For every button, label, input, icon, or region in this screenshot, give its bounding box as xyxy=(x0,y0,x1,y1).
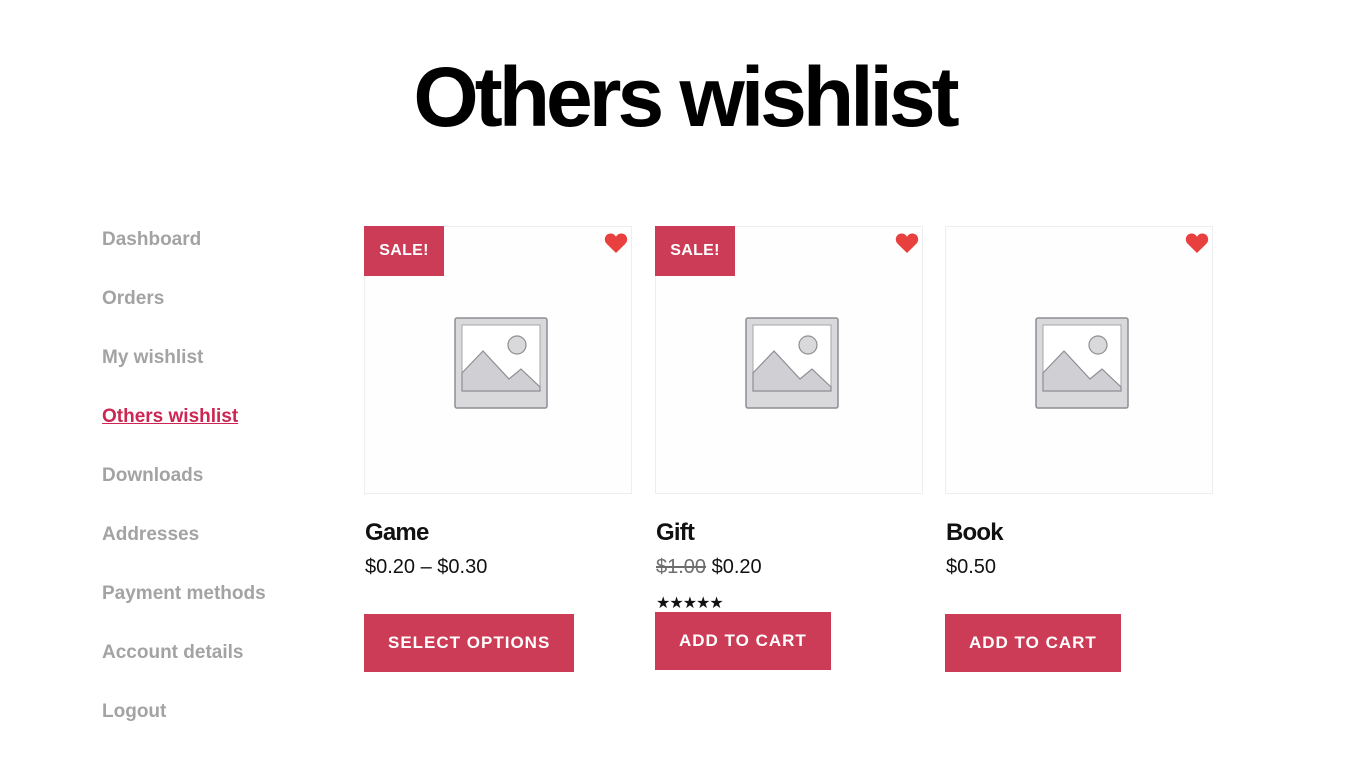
page-title: Others wishlist xyxy=(413,50,959,144)
regular-price: $1.00 xyxy=(656,556,707,578)
product-price: $0.20 – $0.30 xyxy=(365,556,488,578)
image-placeholder-icon xyxy=(454,317,548,409)
heart-icon[interactable] xyxy=(604,232,628,254)
product-name[interactable]: Book xyxy=(946,518,1213,548)
image-placeholder-icon xyxy=(745,317,839,409)
nav-item-payment-methods[interactable]: Payment methods xyxy=(102,581,322,640)
product-image[interactable]: SALE! xyxy=(364,226,632,494)
nav-item-orders[interactable]: Orders xyxy=(102,286,322,345)
heart-icon[interactable] xyxy=(1185,232,1209,254)
product-card-book: Book $0.50 ADD TO CART xyxy=(945,226,1213,672)
sale-price: $0.20 xyxy=(711,556,762,578)
product-price: $1.00 $0.20 xyxy=(656,556,923,578)
product-price: $0.50 xyxy=(946,556,997,578)
heart-icon[interactable] xyxy=(895,232,919,254)
select-options-button[interactable]: SELECT OPTIONS xyxy=(364,614,575,672)
image-placeholder-icon xyxy=(1035,317,1129,409)
sale-badge: SALE! xyxy=(364,226,444,276)
add-to-cart-button[interactable]: ADD TO CART xyxy=(655,612,831,670)
sale-badge: SALE! xyxy=(655,226,735,276)
product-name[interactable]: Game xyxy=(365,518,632,548)
product-image[interactable]: SALE! xyxy=(655,226,923,494)
nav-item-others-wishlist[interactable]: Others wishlist xyxy=(102,404,322,463)
nav-item-account-details[interactable]: Account details xyxy=(102,640,322,699)
account-navigation: Dashboard Orders My wishlist Others wish… xyxy=(102,227,322,758)
nav-item-dashboard[interactable]: Dashboard xyxy=(102,227,322,286)
add-to-cart-button[interactable]: ADD TO CART xyxy=(945,614,1121,672)
product-image[interactable] xyxy=(945,226,1213,494)
nav-item-downloads[interactable]: Downloads xyxy=(102,463,322,522)
nav-item-my-wishlist[interactable]: My wishlist xyxy=(102,345,322,404)
nav-item-logout[interactable]: Logout xyxy=(102,699,322,758)
product-card-game: SALE! Game $0.20 – $0.30 SELECT OPTIONS xyxy=(364,226,632,672)
product-name[interactable]: Gift xyxy=(656,518,923,548)
star-rating: ★★★★★ xyxy=(656,595,724,612)
product-card-gift: SALE! Gift $1.00 $0.20 ★★★★★ ADD TO CART xyxy=(655,226,923,670)
nav-item-addresses[interactable]: Addresses xyxy=(102,522,322,581)
